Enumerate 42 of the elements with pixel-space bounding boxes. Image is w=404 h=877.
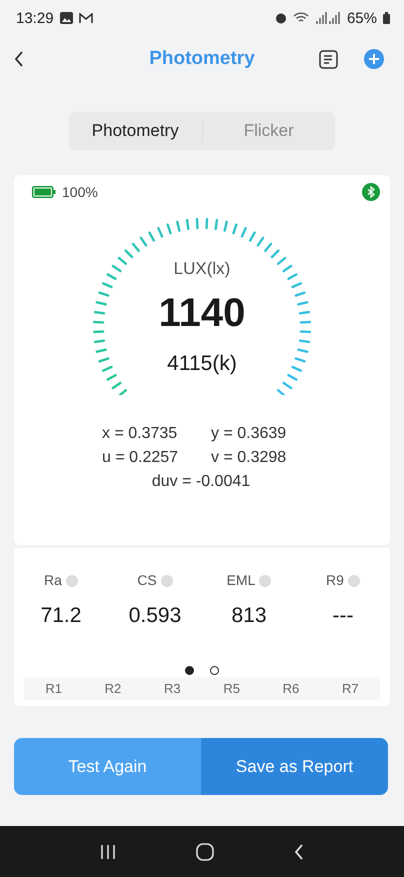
gallery-icon — [60, 12, 73, 24]
r-index-label: R1 — [45, 681, 62, 696]
r-index-label: R5 — [223, 681, 240, 696]
metric-name: Ra — [44, 572, 62, 588]
signal-icon — [314, 12, 341, 24]
battery-icon — [383, 12, 390, 24]
coordinate-value: y = 0.3639 — [211, 425, 288, 443]
device-battery: 100% — [62, 184, 98, 200]
r-index-label: R3 — [164, 681, 181, 696]
r-index-label: R2 — [104, 681, 122, 696]
back-icon[interactable] — [294, 844, 304, 860]
coordinate-value: duv = -0.0041 — [152, 473, 250, 491]
metric-value: 813 — [231, 604, 267, 627]
page-indicator-dot[interactable] — [185, 666, 194, 675]
coordinate-value: u = 0.2257 — [102, 449, 180, 467]
mode-tab[interactable]: Photometry — [69, 112, 202, 150]
recent-apps-icon[interactable] — [100, 844, 116, 860]
page-indicator-dot[interactable] — [210, 666, 219, 675]
metric-value: --- — [332, 604, 354, 627]
metric-name: R9 — [326, 572, 344, 588]
test-again-button[interactable]: Test Again — [14, 738, 201, 795]
save-report-button[interactable]: Save as Report — [201, 738, 388, 795]
r-index-label: R6 — [282, 681, 300, 696]
home-icon[interactable] — [196, 842, 214, 860]
cct-value: 4115(k) — [167, 352, 237, 376]
page-title: Photometry — [149, 48, 255, 70]
coordinate-value: v = 0.3298 — [211, 449, 288, 467]
battery-percentage: 65% — [346, 10, 377, 26]
coordinate-value: x = 0.3735 — [102, 425, 178, 443]
metric-name: CS — [137, 572, 157, 588]
mode-tab[interactable]: Flicker — [202, 112, 335, 150]
r-index-label: R7 — [342, 681, 359, 696]
gauge-unit: LUX(lx) — [174, 259, 230, 279]
metric-value: 0.593 — [128, 604, 182, 627]
battery-icon — [32, 186, 56, 198]
lux-value: 1140 — [158, 291, 246, 336]
metric-name: EML — [226, 572, 256, 588]
metric-value: 71.2 — [40, 604, 82, 627]
add-button[interactable] — [362, 47, 386, 71]
status-time: 13:29 — [16, 10, 54, 26]
wifi-icon — [292, 12, 309, 24]
mail-icon — [78, 12, 93, 24]
